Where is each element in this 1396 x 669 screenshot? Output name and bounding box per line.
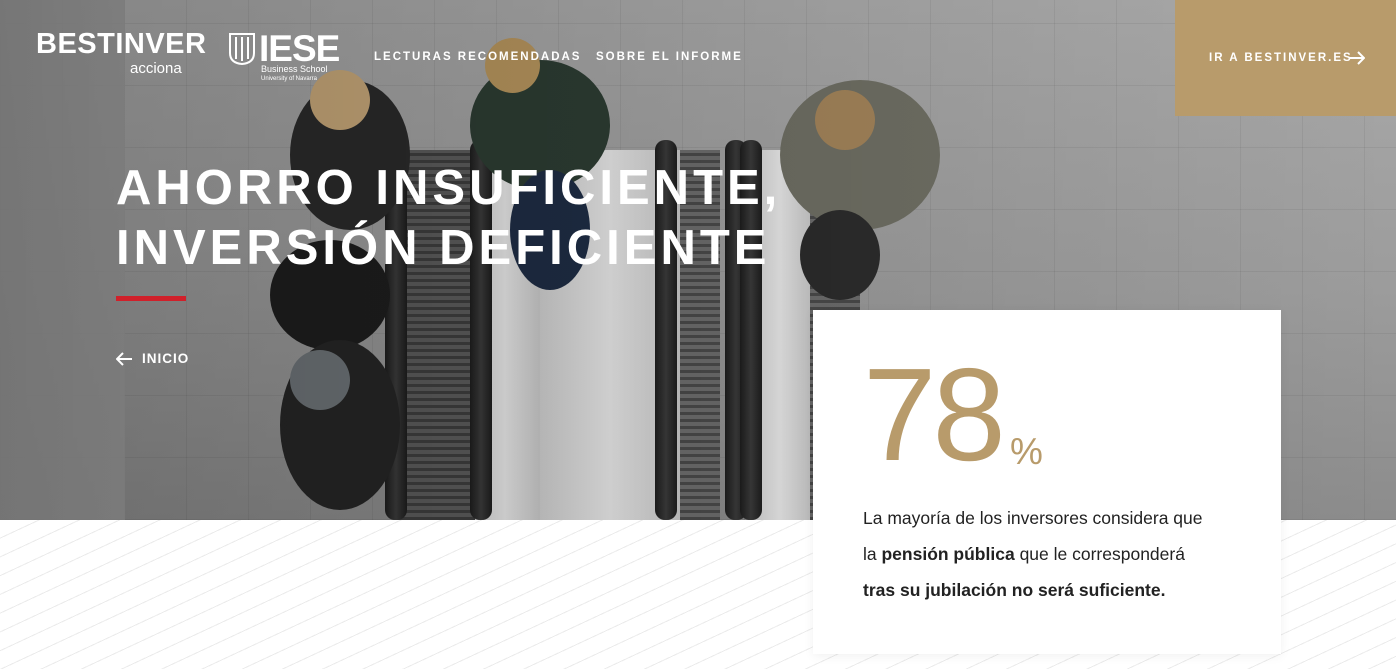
bestinver-logo[interactable]: BESTINVER <box>36 30 206 59</box>
stat-percent-sign: % <box>1010 431 1043 472</box>
iese-logo-subtitle: Business School <box>261 64 328 74</box>
arrow-left-icon <box>116 352 132 366</box>
stat-number: 78 <box>863 341 1006 488</box>
page-title-line-2: INVERSIÓN DEFICIENTE <box>116 221 771 275</box>
arrow-right-icon <box>1349 51 1365 65</box>
stat-text-part-2: que le corresponderá <box>1014 544 1185 564</box>
stat-card: 78 % La mayoría de los inversores consid… <box>813 310 1281 654</box>
nav-sobre-el-informe[interactable]: SOBRE EL INFORME <box>596 51 743 63</box>
stat-description: La mayoría de los inversores considera q… <box>863 500 1213 608</box>
back-link-label: INICIO <box>142 351 190 366</box>
stat-text-bold-2: tras su jubilación no será suficiente. <box>863 580 1166 600</box>
stat-text-bold-1: pensión pública <box>881 544 1015 564</box>
page-title-line-1: AHORRO INSUFICIENTE, <box>116 161 782 215</box>
page-title: AHORRO INSUFICIENTE, INVERSIÓN DEFICIENT… <box>116 158 781 278</box>
acciona-logo: acciona <box>130 60 182 77</box>
title-accent-rule <box>116 296 186 301</box>
iese-logo[interactable]: IESE <box>259 30 340 67</box>
iese-shield-icon <box>229 33 255 65</box>
iese-logo-university: University of Navarra <box>261 76 318 82</box>
nav-lecturas-recomendadas[interactable]: LECTURAS RECOMENDADAS <box>374 51 581 63</box>
cta-label: IR A BESTINVER.ES <box>1209 52 1353 64</box>
bestinver-cta-button[interactable]: IR A BESTINVER.ES <box>1175 0 1396 116</box>
